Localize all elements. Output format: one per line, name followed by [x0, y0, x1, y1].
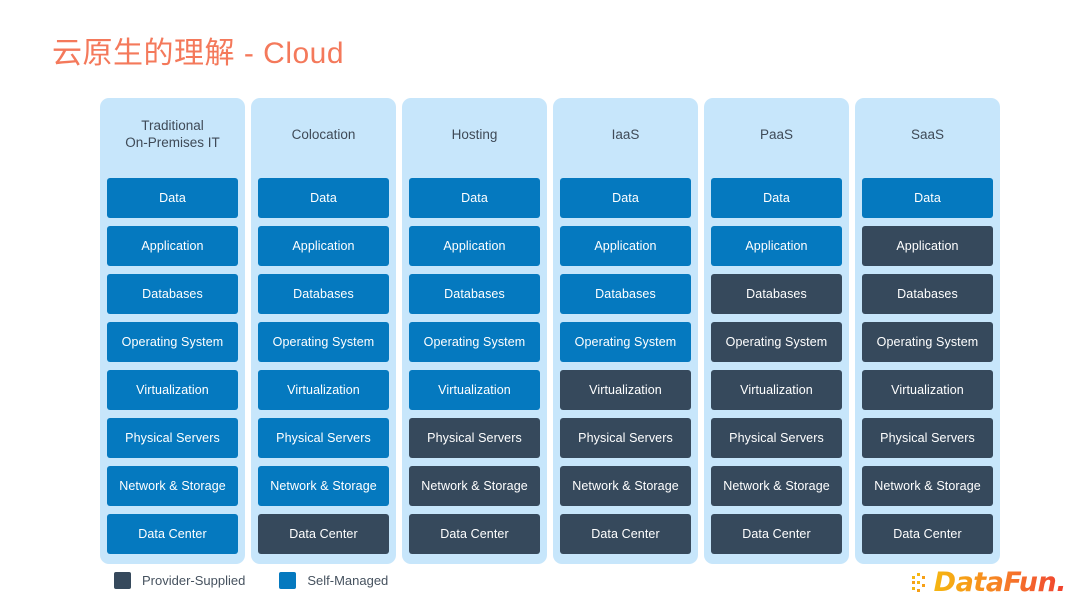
service-tile[interactable]: Physical Servers [409, 418, 540, 458]
service-tile[interactable]: Network & Storage [862, 466, 993, 506]
service-tile[interactable]: Virtualization [862, 370, 993, 410]
service-tile[interactable]: Virtualization [258, 370, 389, 410]
service-tile[interactable]: Virtualization [560, 370, 691, 410]
service-tile[interactable]: Databases [107, 274, 238, 314]
matrix-column: IaaS Data Application Databases Operating Sy… [553, 98, 698, 564]
matrix-column: PaaS Data Application Databases Operating Sy… [704, 98, 849, 564]
service-tile[interactable]: Application [409, 226, 540, 266]
column-header: IaaS [611, 126, 640, 142]
service-tile[interactable]: Data [560, 178, 691, 218]
column-header: SaaS [910, 126, 945, 142]
slide-canvas: 云原生的理解 - Cloud Traditional On-Premises I… [0, 0, 1080, 608]
matrix-column: Colocation Data Application Databases Operat… [251, 98, 396, 564]
service-tile[interactable]: Physical Servers [711, 418, 842, 458]
service-tile[interactable]: Application [107, 226, 238, 266]
service-tile[interactable]: Data Center [862, 514, 993, 554]
column-header: Hosting [451, 126, 498, 142]
service-tile[interactable]: Network & Storage [711, 466, 842, 506]
service-tile[interactable]: Databases [711, 274, 842, 314]
column-header: Colocation [291, 126, 356, 142]
service-tile[interactable]: Data [711, 178, 842, 218]
service-tile[interactable]: Operating System [258, 322, 389, 362]
service-tile[interactable]: Physical Servers [107, 418, 238, 458]
service-tile[interactable]: Data Center [409, 514, 540, 554]
legend-label: Provider-Supplied [142, 573, 246, 588]
service-tile[interactable]: Databases [258, 274, 389, 314]
service-tile[interactable]: Network & Storage [107, 466, 238, 506]
service-tile[interactable]: Network & Storage [409, 466, 540, 506]
service-tile[interactable]: Physical Servers [258, 418, 389, 458]
service-tile[interactable]: Virtualization [711, 370, 842, 410]
service-tile[interactable]: Application [862, 226, 993, 266]
service-tile[interactable]: Data Center [560, 514, 691, 554]
matrix-column: SaaS Data Application Databases Operating Sy… [855, 98, 1000, 564]
page-title: 云原生的理解 - Cloud [52, 37, 345, 70]
service-tile[interactable]: Data [862, 178, 993, 218]
legend-swatch-self [279, 572, 297, 589]
service-tile[interactable]: Operating System [862, 322, 993, 362]
service-tile[interactable]: Data [258, 178, 389, 218]
service-tile[interactable]: Application [258, 226, 389, 266]
service-tile[interactable]: Databases [560, 274, 691, 314]
service-tile[interactable]: Operating System [107, 322, 238, 362]
service-tile[interactable]: Data Center [711, 514, 842, 554]
service-tile[interactable]: Data Center [107, 514, 238, 554]
service-tile[interactable]: Virtualization [409, 370, 540, 410]
service-tile[interactable]: Data Center [258, 514, 389, 554]
service-tile[interactable]: Network & Storage [560, 466, 691, 506]
legend: Provider-Supplied Self-Managed [114, 572, 388, 589]
service-tile[interactable]: Databases [862, 274, 993, 314]
service-tile[interactable]: Operating System [560, 322, 691, 362]
matrix-column: Hosting Data Application Databases Operating… [402, 98, 547, 564]
service-tile[interactable]: Network & Storage [258, 466, 389, 506]
dot-grid-icon [911, 573, 925, 592]
service-tile[interactable]: Application [711, 226, 842, 266]
service-tile[interactable]: Data [409, 178, 540, 218]
service-tile[interactable]: Databases [409, 274, 540, 314]
service-tile[interactable]: Application [560, 226, 691, 266]
legend-label: Self-Managed [307, 573, 389, 588]
logo-wordmark: DataFun. [933, 567, 1067, 598]
datafun-logo: DataFun. [911, 566, 1067, 600]
service-tile[interactable]: Virtualization [107, 370, 238, 410]
service-tile[interactable]: Operating System [409, 322, 540, 362]
cloud-responsibility-matrix: Traditional On-Premises IT Data Applicatio… [100, 98, 1002, 564]
service-tile[interactable]: Data [107, 178, 238, 218]
legend-item: Provider-Supplied [114, 572, 245, 589]
matrix-column: Traditional On-Premises IT Data Applicatio… [100, 98, 245, 564]
legend-item: Self-Managed [279, 572, 388, 589]
service-tile[interactable]: Operating System [711, 322, 842, 362]
service-tile[interactable]: Physical Servers [560, 418, 691, 458]
service-tile[interactable]: Physical Servers [862, 418, 993, 458]
column-header: PaaS [759, 126, 794, 142]
legend-swatch-provider [114, 572, 131, 589]
column-header: Traditional On-Premises IT [125, 118, 220, 150]
